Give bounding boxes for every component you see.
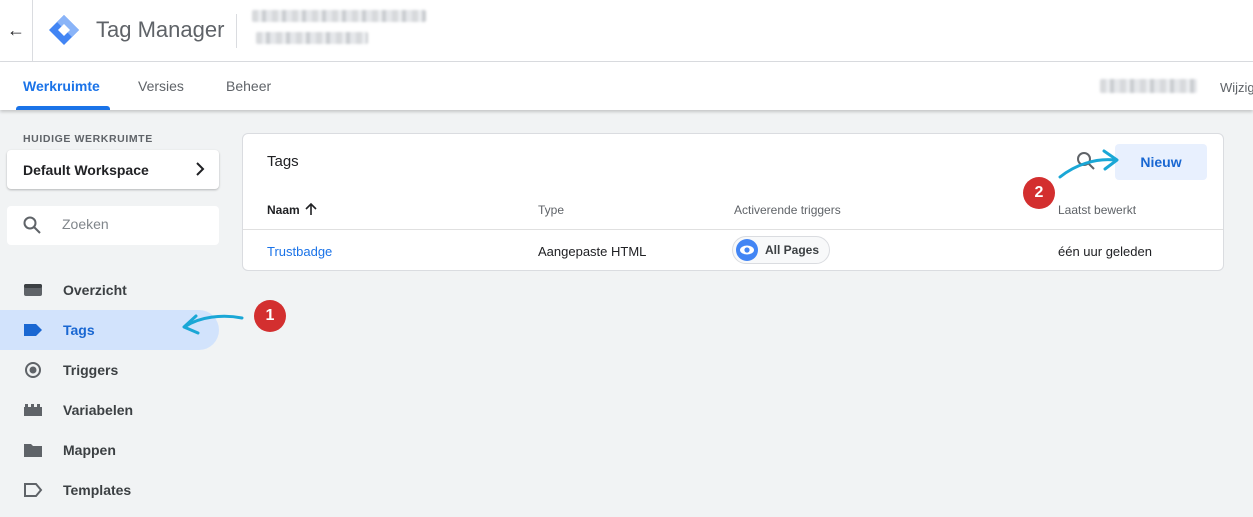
search-box[interactable]: [7, 206, 219, 245]
divider: [236, 14, 237, 48]
sidebar-item-variabelen[interactable]: Variabelen: [0, 390, 219, 430]
redacted-container-name[interactable]: [256, 32, 368, 44]
trigger-label: All Pages: [765, 243, 820, 257]
arrow-up-icon[interactable]: [304, 202, 318, 216]
variables-icon: [24, 404, 42, 416]
annotation-badge-2: 2: [1023, 177, 1055, 209]
sidebar-item-label: Variabelen: [63, 402, 134, 418]
redacted-workspace-info: [1100, 79, 1197, 93]
tab-beheer[interactable]: Beheer: [226, 78, 271, 94]
sidebar-item-triggers[interactable]: Triggers: [0, 350, 219, 390]
workspace-selector[interactable]: Default Workspace: [7, 150, 219, 189]
chevron-right-icon: [196, 162, 205, 176]
redacted-account-name[interactable]: [252, 10, 426, 22]
last-edited-value: één uur geleden: [1058, 244, 1152, 259]
divider: [243, 229, 1223, 230]
tab-werkruimte[interactable]: Werkruimte: [23, 78, 100, 94]
tag-manager-logo-icon[interactable]: [48, 14, 80, 46]
workspace-heading: HUIDIGE WERKRUIMTE: [23, 133, 153, 145]
top-bar: ← Tag Manager: [0, 0, 1253, 62]
sidebar-item-label: Templates: [63, 482, 132, 498]
overview-icon: [24, 284, 42, 296]
divider: [32, 0, 33, 62]
column-header-name[interactable]: Naam: [267, 203, 300, 217]
workspace-name: Default Workspace: [23, 162, 149, 178]
sidebar-item-label: Triggers: [63, 362, 119, 378]
sidebar-item-label: Overzicht: [63, 282, 127, 298]
tab-versies[interactable]: Versies: [138, 78, 184, 94]
new-tag-button[interactable]: Nieuw: [1115, 144, 1207, 180]
annotation-badge-1: 1: [254, 300, 286, 332]
tags-card: Tags Nieuw Naam Type Activerende trigger…: [242, 133, 1224, 271]
search-input[interactable]: [62, 216, 212, 232]
tag-name-link[interactable]: Trustbadge: [267, 244, 332, 259]
sidebar-item-label: Tags: [63, 322, 95, 338]
eye-icon: [736, 239, 758, 261]
trigger-icon: [25, 362, 41, 378]
sidebar-item-overzicht[interactable]: Overzicht: [0, 270, 219, 310]
active-tab-indicator: [16, 106, 110, 110]
sidebar-item-mappen[interactable]: Mappen: [0, 430, 219, 470]
card-title: Tags: [267, 153, 299, 170]
template-icon: [24, 483, 43, 497]
folder-icon: [24, 444, 42, 457]
edit-link[interactable]: Wijzig: [1220, 80, 1253, 95]
tag-type: Aangepaste HTML: [538, 244, 647, 259]
search-icon: [23, 216, 41, 234]
tag-icon: [24, 324, 42, 336]
arrow-left-icon[interactable]: ←: [4, 18, 28, 42]
trigger-chip[interactable]: All Pages: [732, 236, 830, 264]
sidebar-item-tags[interactable]: Tags: [0, 310, 219, 350]
search-icon[interactable]: [1076, 151, 1096, 171]
tab-bar: Werkruimte Versies Beheer Wijzig: [0, 62, 1253, 110]
sidebar-item-templates[interactable]: Templates: [0, 470, 219, 510]
column-header-triggers[interactable]: Activerende triggers: [734, 203, 841, 217]
app-title: Tag Manager: [96, 17, 225, 42]
column-header-last-edited[interactable]: Laatst bewerkt: [1058, 203, 1136, 217]
sidebar-item-label: Mappen: [63, 442, 116, 458]
column-header-type[interactable]: Type: [538, 203, 564, 217]
